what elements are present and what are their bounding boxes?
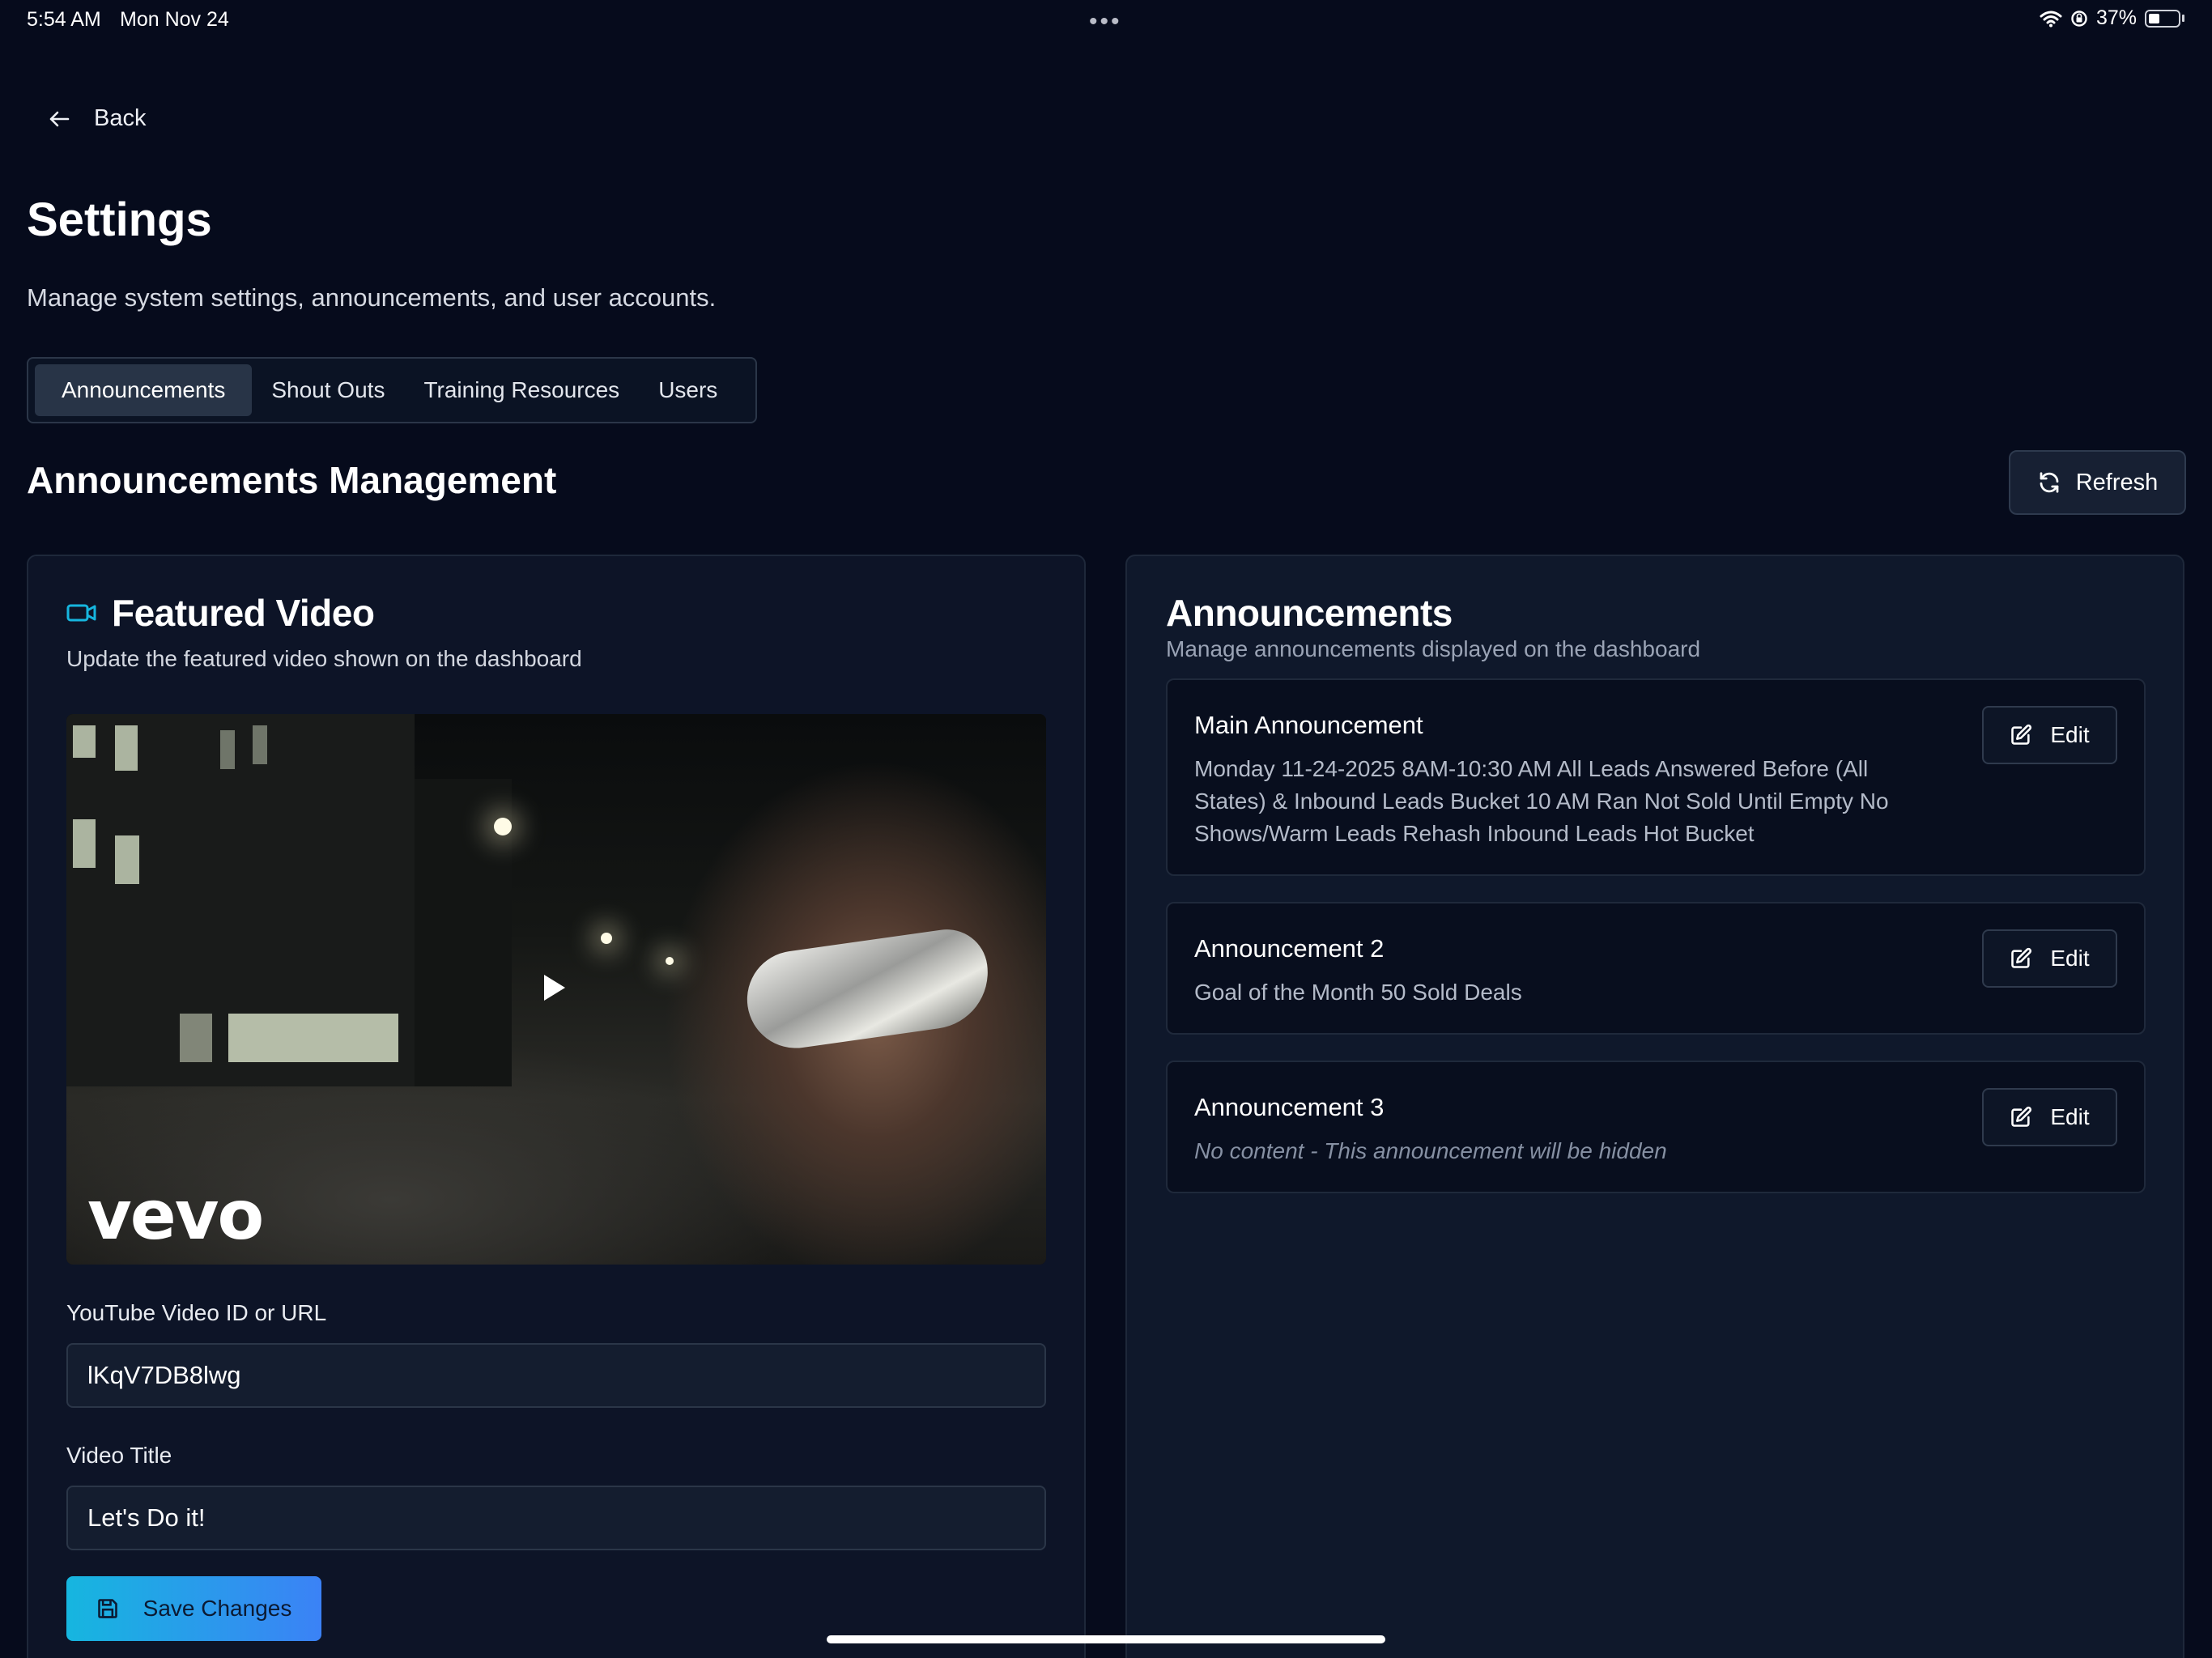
tab-users[interactable]: Users bbox=[639, 364, 737, 416]
page-subtitle: Manage system settings, announcements, a… bbox=[27, 283, 717, 312]
announcement-name: Announcement 3 bbox=[1194, 1093, 1385, 1121]
status-date: Mon Nov 24 bbox=[120, 8, 229, 31]
tab-announcements[interactable]: Announcements bbox=[35, 364, 253, 416]
announcement-item: Announcement 3 No content - This announc… bbox=[1166, 1061, 2146, 1193]
featured-video-description: Update the featured video shown on the d… bbox=[66, 646, 582, 671]
edit-square-icon bbox=[2011, 1106, 2032, 1127]
video-figure-shades bbox=[741, 924, 995, 1055]
status-time: 5:54 AM bbox=[27, 8, 101, 31]
multitasking-dots[interactable]: ••• bbox=[1089, 8, 1122, 36]
orientation-lock-icon bbox=[2071, 10, 2087, 27]
edit-button[interactable]: Edit bbox=[1982, 1088, 2117, 1146]
battery-icon bbox=[2145, 9, 2184, 28]
announcement-body: Goal of the Month 50 Sold Deals bbox=[1194, 980, 1522, 1005]
video-title-input[interactable] bbox=[66, 1486, 1046, 1550]
settings-tabs: Announcements Shout Outs Training Resour… bbox=[27, 357, 757, 423]
page-title: Settings bbox=[27, 193, 212, 246]
announcement-body: No content - This announcement will be h… bbox=[1194, 1138, 1667, 1163]
wifi-icon bbox=[2040, 11, 2062, 27]
edit-square-icon bbox=[2011, 724, 2032, 745]
announcements-title: Announcements bbox=[1166, 592, 1453, 634]
announcement-name: Announcement 2 bbox=[1194, 934, 1385, 963]
status-indicators: 37% bbox=[2040, 6, 2184, 30]
announcement-item: Announcement 2 Goal of the Month 50 Sold… bbox=[1166, 902, 2146, 1035]
edit-label: Edit bbox=[2050, 946, 2090, 971]
announcements-description: Manage announcements displayed on the da… bbox=[1166, 636, 1701, 661]
play-icon[interactable] bbox=[544, 975, 565, 1001]
refresh-button[interactable]: Refresh bbox=[2009, 450, 2186, 515]
edit-label: Edit bbox=[2050, 1104, 2090, 1129]
announcement-body: Monday 11-24-2025 8AM-10:30 AM All Leads… bbox=[1194, 756, 1889, 846]
back-label: Back bbox=[94, 105, 147, 131]
refresh-icon bbox=[2040, 472, 2059, 493]
video-player[interactable]: vevo bbox=[66, 714, 1046, 1265]
announcement-name: Main Announcement bbox=[1194, 711, 1423, 739]
video-url-input[interactable] bbox=[66, 1343, 1046, 1408]
featured-video-header: Featured Video bbox=[66, 591, 375, 635]
arrow-left-icon bbox=[49, 111, 70, 126]
save-changes-label: Save Changes bbox=[143, 1596, 292, 1621]
edit-button[interactable]: Edit bbox=[1982, 929, 2117, 988]
featured-video-title: Featured Video bbox=[112, 592, 375, 634]
battery-percent: 37% bbox=[2095, 6, 2137, 29]
save-changes-button[interactable]: Save Changes bbox=[66, 1576, 321, 1641]
video-url-label: YouTube Video ID or URL bbox=[66, 1300, 327, 1325]
refresh-label: Refresh bbox=[2075, 469, 2159, 495]
vevo-watermark: vevo bbox=[87, 1175, 264, 1255]
tab-training-resources[interactable]: Training Resources bbox=[404, 364, 639, 416]
video-title-label: Video Title bbox=[66, 1443, 172, 1468]
section-title: Announcements Management bbox=[27, 459, 557, 501]
back-button[interactable]: Back bbox=[49, 105, 146, 132]
edit-button[interactable]: Edit bbox=[1982, 706, 2117, 764]
edit-label: Edit bbox=[2050, 722, 2090, 747]
tab-shout-outs[interactable]: Shout Outs bbox=[252, 364, 404, 416]
edit-square-icon bbox=[2011, 947, 2032, 968]
announcement-item: Main Announcement Monday 11-24-2025 8AM-… bbox=[1166, 678, 2146, 876]
home-indicator[interactable] bbox=[827, 1635, 1385, 1643]
video-thumbnail: vevo bbox=[66, 714, 1046, 1265]
floppy-disk-icon bbox=[97, 1599, 117, 1618]
video-camera-icon bbox=[66, 604, 96, 622]
